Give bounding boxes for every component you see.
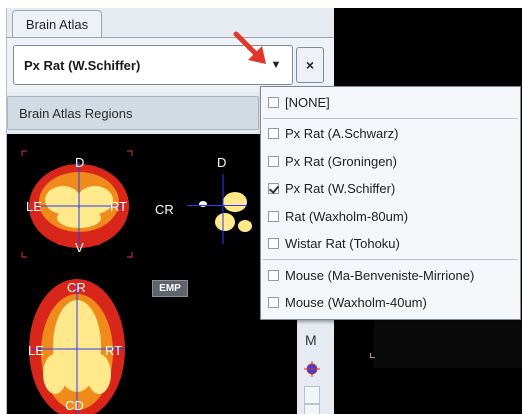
- dropdown-option[interactable]: Mouse (Ma-Benveniste-Mirrione): [261, 262, 520, 288]
- atlas-select-value: Px Rat (W.Schiffer): [24, 58, 141, 73]
- red-arrow-annotation: [233, 31, 266, 64]
- sagittal-brain-slice: [187, 192, 252, 232]
- dropdown-option[interactable]: Mouse (Waxholm-40um): [261, 290, 520, 316]
- checkbox-icon: [268, 183, 279, 194]
- dropdown-option-label: Mouse (Ma-Benveniste-Mirrione): [285, 267, 475, 283]
- dropdown-option-label: Wistar Rat (Tohoku): [285, 236, 400, 251]
- dropdown-option[interactable]: Px Rat (A.Schwarz): [261, 121, 520, 147]
- checkbox-icon: [268, 210, 279, 222]
- dropdown-option-label: Rat (Waxholm-80um): [285, 208, 409, 224]
- emp-badge[interactable]: EMP: [152, 280, 188, 297]
- axial-label-cd: CD: [65, 398, 84, 413]
- dropdown-option[interactable]: [NONE]: [261, 89, 520, 115]
- sagittal-label-cr: CR: [155, 202, 174, 217]
- checkbox-icon: [268, 297, 279, 308]
- tab-divider: [6, 37, 334, 38]
- dropdown-option-label: Px Rat (Groningen): [285, 153, 397, 169]
- dropdown-option[interactable]: Px Rat (Groningen): [261, 148, 520, 174]
- menu-separator: [263, 259, 518, 260]
- sagittal-label-d: D: [217, 155, 226, 170]
- atlas-image-viewer[interactable]: D V LE RT D CR CR CD LE RT EMP: [7, 134, 297, 414]
- scroll-down-button[interactable]: [304, 404, 320, 414]
- close-icon: ×: [305, 57, 315, 73]
- coronal-label-d: D: [75, 155, 84, 170]
- side-toolbar: M: [297, 320, 327, 414]
- tab-brain-atlas-label: Brain Atlas: [25, 17, 89, 32]
- coronal-label-rt: RT: [110, 199, 127, 214]
- menu-separator: [263, 117, 518, 119]
- checkbox-icon: [268, 238, 279, 249]
- brain-atlas-regions-label: Brain Atlas Regions: [19, 106, 133, 121]
- axial-label-rt: RT: [105, 343, 122, 358]
- dropdown-option-label: Mouse (Waxholm-40um): [285, 295, 427, 310]
- checkbox-icon: [268, 269, 279, 281]
- checkbox-icon: [268, 96, 279, 108]
- coronal-label-le: LE: [26, 199, 42, 214]
- dropdown-option[interactable]: Rat (Waxholm-80um): [261, 203, 520, 229]
- atlas-dropdown-menu: [NONE] Px Rat (A.Schwarz) Px Rat (Groninge…: [260, 86, 521, 320]
- coronal-label-v: V: [75, 240, 84, 255]
- atlas-brain-images: D V LE RT D CR CR CD LE RT: [21, 150, 252, 414]
- checkbox-icon: [268, 155, 279, 167]
- dropdown-option-label: Px Rat (A.Schwarz): [285, 126, 399, 141]
- dropdown-option[interactable]: Wistar Rat (Tohoku): [261, 231, 520, 257]
- dropdown-option-label: [NONE]: [285, 94, 330, 110]
- scroll-up-button[interactable]: [304, 386, 320, 404]
- dropdown-option[interactable]: Px Rat (W.Schiffer): [261, 176, 520, 202]
- dropdown-option-label: Px Rat (W.Schiffer): [285, 181, 396, 196]
- tab-brain-atlas[interactable]: Brain Atlas: [12, 10, 102, 38]
- viewer-corner-marker: [370, 353, 375, 358]
- axial-label-le: LE: [28, 343, 44, 358]
- checkbox-icon: [268, 128, 279, 139]
- crosshair-icon[interactable]: [303, 360, 321, 378]
- close-atlas-button[interactable]: ×: [296, 47, 324, 83]
- m-tool-button[interactable]: M: [305, 332, 317, 348]
- brain-atlas-regions-button[interactable]: Brain Atlas Regions: [7, 96, 259, 130]
- axial-label-cr: CR: [67, 280, 86, 295]
